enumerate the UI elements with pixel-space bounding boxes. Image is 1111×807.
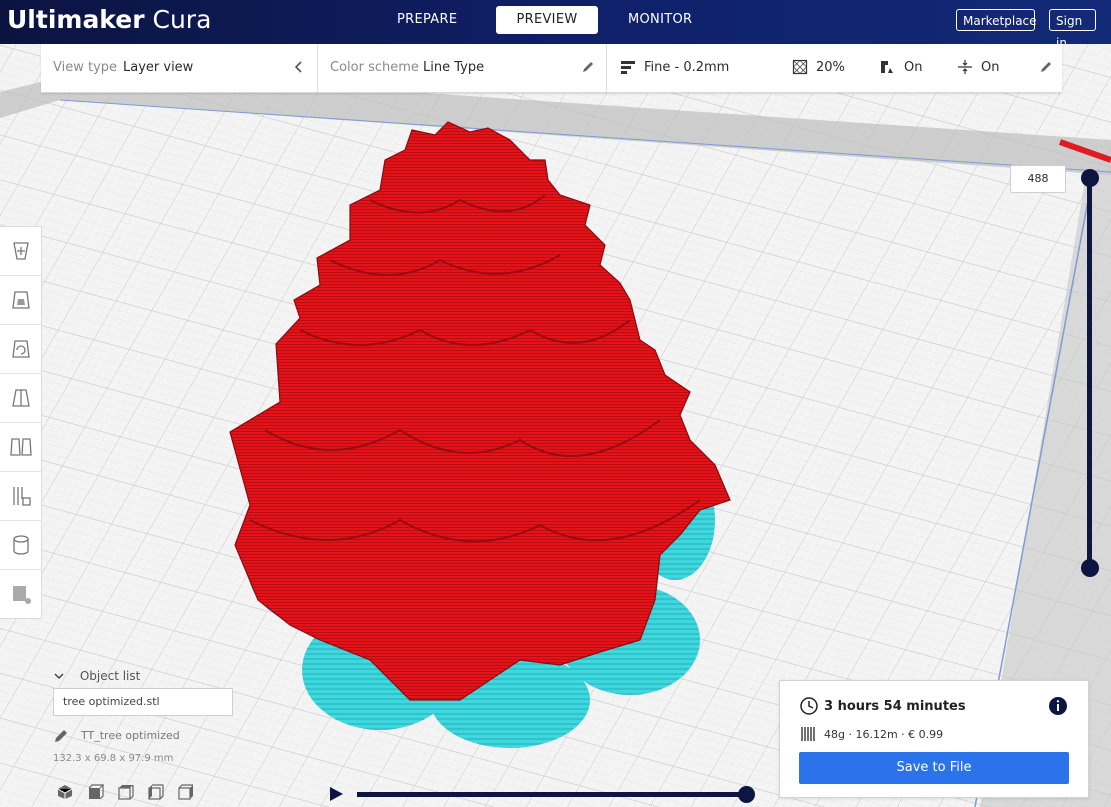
support-value[interactable]: On [904, 60, 922, 75]
divider [317, 44, 318, 92]
app-logo: Ultimaker Cura [7, 5, 212, 34]
pencil-icon[interactable] [53, 728, 69, 744]
move-icon [12, 242, 29, 260]
cylinder-icon [12, 535, 29, 555]
rotate-icon [11, 340, 30, 358]
tab-monitor[interactable]: MONITOR [628, 6, 692, 34]
print-profile[interactable]: Fine - 0.2mm [644, 60, 729, 75]
layer-slider-top-handle[interactable] [1081, 169, 1099, 187]
support-icon [881, 61, 893, 73]
object-list-header[interactable]: Object list [52, 668, 140, 683]
adhesion-value[interactable]: On [981, 60, 999, 75]
view-settings-bar: View type Layer view Color scheme Line T… [41, 44, 1062, 93]
scale-tool[interactable] [0, 276, 41, 325]
layer-slider-track[interactable] [1087, 178, 1092, 568]
layer-number-input[interactable]: 488 [1010, 165, 1066, 193]
rotate-tool[interactable] [0, 325, 41, 374]
block-icon [12, 586, 31, 604]
3d-view-icon[interactable] [56, 783, 74, 801]
object-file-entry[interactable]: tree optimized.stl [53, 688, 233, 716]
adhesion-icon [958, 60, 972, 74]
marketplace-button[interactable]: Marketplace [956, 9, 1037, 31]
infill-value[interactable]: 20% [816, 60, 845, 75]
save-to-file-button[interactable]: Save to File [799, 752, 1069, 784]
view-type-selector[interactable]: Layer view [123, 60, 193, 75]
camera-view-buttons [56, 783, 194, 801]
per-model-settings-tool[interactable] [0, 423, 41, 472]
cylinder-tool[interactable] [0, 521, 41, 570]
app-header: Ultimaker Cura PREPARE PREVIEW MONITOR M… [0, 0, 1111, 50]
mirror-tool[interactable] [0, 374, 41, 423]
material-estimate: 48g · 16.12m · € 0.99 [824, 728, 944, 741]
info-icon[interactable] [1048, 696, 1068, 716]
profile-icon [621, 61, 635, 74]
view-type-label: View type [53, 60, 118, 75]
left-toolbar [0, 226, 42, 619]
stage-tabs: PREPARE PREVIEW MONITOR [397, 6, 692, 34]
timeline-handle[interactable] [738, 786, 755, 803]
tab-preview[interactable]: PREVIEW [496, 6, 598, 34]
chevron-left-icon[interactable] [291, 59, 307, 75]
block-tool[interactable] [0, 570, 41, 618]
divider [606, 44, 607, 92]
color-scheme-label: Color scheme [330, 60, 419, 75]
play-icon[interactable] [327, 785, 345, 803]
tab-prepare[interactable]: PREPARE [397, 6, 457, 34]
clock-icon [800, 697, 818, 715]
scale-icon [11, 291, 30, 309]
per-model-settings-icon [9, 438, 32, 456]
color-scheme-selector[interactable]: Line Type [423, 60, 484, 75]
front-view-icon[interactable] [86, 783, 104, 801]
left-view-icon[interactable] [146, 783, 164, 801]
print-time: 3 hours 54 minutes [824, 699, 966, 714]
object-name: TT_tree optimized [81, 729, 180, 742]
spool-icon [801, 727, 815, 741]
layer-slider-bottom-handle[interactable] [1081, 559, 1099, 577]
sign-in-button[interactable]: Sign in [1049, 9, 1096, 50]
support-blocker-icon [12, 487, 31, 506]
mirror-icon [11, 389, 30, 407]
print-info-panel: 3 hours 54 minutes 48g · 16.12m · € 0.99… [779, 680, 1089, 798]
top-view-icon[interactable] [116, 783, 134, 801]
pencil-icon[interactable] [580, 59, 596, 75]
support-blocker-tool[interactable] [0, 472, 41, 521]
right-view-icon[interactable] [176, 783, 194, 801]
simulation-timeline[interactable] [357, 792, 747, 797]
move-tool[interactable] [0, 227, 41, 276]
object-list-label: Object list [79, 668, 141, 683]
chevron-down-icon[interactable] [52, 669, 66, 683]
infill-icon [792, 59, 808, 75]
pencil-icon[interactable] [1038, 59, 1054, 75]
object-dimensions: 132.3 x 69.8 x 97.9 mm [53, 753, 174, 764]
